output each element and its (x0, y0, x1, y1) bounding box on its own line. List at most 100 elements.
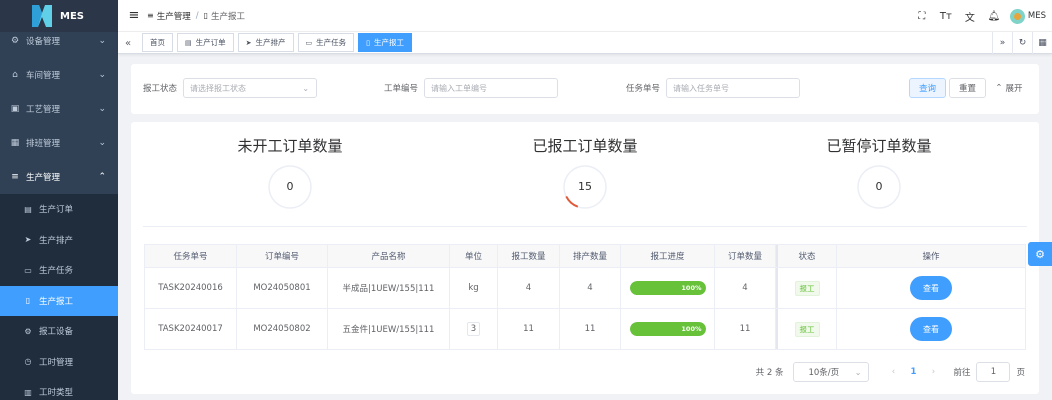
refresh-icon[interactable]: ↻ (1012, 32, 1032, 54)
task-no-label: 任务单号 (626, 84, 661, 94)
pagination: 共 2 条 10条/页 ⌄ ‹ 1 › 前往 1 页 (756, 362, 1025, 382)
sidebar-item-production-schedule[interactable]: ➤ 生产排产 (0, 225, 118, 256)
breadcrumb-item[interactable]: 生产管理 (157, 10, 191, 22)
breadcrumb-separator: / (195, 10, 199, 21)
page-number[interactable]: 1 (903, 367, 923, 377)
unit-value: 3 (466, 322, 481, 336)
stat-title: 已报工订单数量 (532, 137, 638, 155)
font-size-icon[interactable]: Tт (934, 0, 958, 32)
query-button[interactable]: 查询 (909, 78, 946, 98)
view-button[interactable]: 查看 (910, 276, 952, 300)
table-row: TASK20240017 MO24050802 五金件|1UEW/155|111… (145, 309, 1025, 349)
progress-bar: 100% (629, 322, 706, 336)
calendar-icon: ▦ (10, 138, 20, 148)
unit-value: kg (468, 283, 479, 293)
tab-production-schedule[interactable]: ➤ 生产排产 (237, 33, 294, 52)
stat-paused: 已暂停订单数量 0 (779, 136, 979, 210)
column-header: 报工数量 (498, 245, 560, 267)
cell-progress: 100% (621, 268, 715, 308)
expand-button[interactable]: ⌃ 展开 (991, 78, 1027, 98)
chevron-down-icon: ⌄ (302, 83, 310, 93)
hamburger-icon[interactable]: ≡ (121, 0, 147, 32)
task-no-input[interactable]: 请输入任务单号 (666, 78, 801, 98)
page-suffix: 页 (1016, 368, 1025, 378)
database-icon: ≡ (11, 172, 19, 182)
translate-icon[interactable]: 文 (958, 0, 982, 32)
view-button[interactable]: 查看 (910, 317, 952, 341)
cell-order-no: MO24050802 (237, 309, 328, 349)
cell-order-qty: 4 (715, 268, 776, 308)
doc-icon: ▥ (24, 387, 32, 397)
cell-report-qty: 4 (498, 268, 560, 308)
double-chevron-left-icon[interactable]: « (118, 32, 138, 54)
reset-button[interactable]: 重置 (949, 78, 986, 98)
sidebar-item-production-task[interactable]: ▭ 生产任务 (0, 255, 118, 286)
tags-view: « 首页 ▤ 生产订单 ➤ 生产排产 ▭ 生产任务 ▯ 生产报工 » ↻ ▦ (118, 32, 1052, 54)
sidebar-item-work-hours[interactable]: ◷ 工时管理 (0, 347, 118, 378)
sidebar-item-production-report[interactable]: ▯ 生产报工 (0, 285, 118, 316)
prev-page-icon[interactable]: ‹ (883, 367, 903, 377)
sidebar-item-production[interactable]: ≡ 生产管理 ⌃ (0, 160, 118, 194)
task-icon: ▭ (305, 38, 313, 47)
cell-action: 查看 (837, 309, 1025, 349)
tab-label: 生产报工 (373, 38, 404, 47)
sidebar-item-label: 报工设备 (39, 327, 74, 338)
order-no-label: 工单编号 (384, 84, 419, 94)
sidebar-item-workshop[interactable]: ⌂ 车间管理 ⌄ (0, 58, 118, 92)
avatar[interactable] (1009, 8, 1025, 24)
chevron-down-icon: ⌄ (98, 104, 106, 114)
progress-text: 100% (681, 284, 702, 292)
order-no-input[interactable]: 请输入工单编号 (424, 78, 559, 98)
tab-production-order[interactable]: ▤ 生产订单 (177, 33, 234, 52)
stat-value: 0 (286, 180, 294, 193)
column-header: 单位 (450, 245, 498, 267)
report-icon: ▯ (25, 296, 31, 306)
sidebar-item-production-order[interactable]: ▤ 生产订单 (0, 194, 118, 225)
fullscreen-icon[interactable]: ⛶ (910, 0, 934, 32)
sidebar: MES ⚙ 设备管理 ⌄ ⌂ 车间管理 ⌄ ▣ 工艺管理 ⌄ ▦ 排班管理 ⌄ … (0, 0, 118, 400)
search-form: 报工状态 请选择报工状态 ⌄ 工单编号 请输入工单编号 任务单号 请输入任务单号… (131, 64, 1039, 114)
goto-page-value: 1 (990, 367, 997, 377)
breadcrumb-item: 生产报工 (211, 11, 246, 22)
app-name: MES (60, 10, 84, 22)
stat-ring: 15 (562, 164, 608, 210)
tab-production-report[interactable]: ▯ 生产报工 (358, 33, 412, 52)
sidebar-item-device[interactable]: ⚙ 设备管理 ⌄ (0, 24, 118, 58)
database-icon: ≡ (147, 11, 154, 20)
column-header: 订单编号 (237, 245, 328, 267)
chevron-down-icon: ⌄ (98, 70, 106, 80)
expand-label: 展开 (1005, 84, 1023, 94)
report-status-select[interactable]: 请选择报工状态 ⌄ (183, 78, 318, 98)
grid-icon[interactable]: ▦ (1032, 32, 1052, 54)
cell-unit: kg (450, 268, 498, 308)
column-header: 操作 (837, 245, 1025, 267)
next-page-icon[interactable]: › (923, 367, 943, 377)
goto-page-input[interactable]: 1 (976, 362, 1011, 382)
process-icon: ▣ (10, 104, 20, 114)
sidebar-item-report-device[interactable]: ⚙ 报工设备 (0, 316, 118, 347)
sidebar-item-work-hour-type[interactable]: ▥ 工时类型 (0, 377, 118, 400)
report-status-placeholder: 请选择报工状态 (190, 83, 247, 93)
user-name[interactable]: MES (1028, 11, 1046, 21)
settings-icon[interactable]: ⚙ (1028, 242, 1052, 266)
tab-production-task[interactable]: ▭ 生产任务 (297, 33, 355, 52)
stat-ring: 0 (267, 164, 313, 210)
sidebar-item-label: 设备管理 (26, 37, 61, 47)
double-chevron-right-icon[interactable]: » (992, 32, 1012, 54)
page-size-select[interactable]: 10条/页 ⌄ (793, 362, 870, 382)
bell-icon[interactable]: 🔔︎ (982, 0, 1006, 32)
chevron-down-icon: ⌄ (854, 367, 862, 377)
chevron-down-icon: ⌄ (98, 36, 106, 46)
chevron-up-icon: ⌃ (98, 172, 106, 182)
stat-not-started: 未开工订单数量 0 (190, 136, 390, 210)
task-no-placeholder: 请输入任务单号 (673, 83, 730, 93)
sidebar-item-label: 工时类型 (39, 388, 74, 399)
progress-bar: 100% (629, 281, 706, 295)
table-row: TASK20240016 MO24050801 半成品|1UEW/155|111… (145, 268, 1025, 309)
sidebar-item-schedule[interactable]: ▦ 排班管理 ⌄ (0, 126, 118, 160)
stat-reported: 已报工订单数量 15 (485, 136, 685, 210)
tab-home[interactable]: 首页 (142, 33, 173, 52)
sidebar-item-process[interactable]: ▣ 工艺管理 ⌄ (0, 92, 118, 126)
tags-tools: » ↻ ▦ (992, 32, 1052, 54)
cell-task-no: TASK20240016 (145, 268, 237, 308)
